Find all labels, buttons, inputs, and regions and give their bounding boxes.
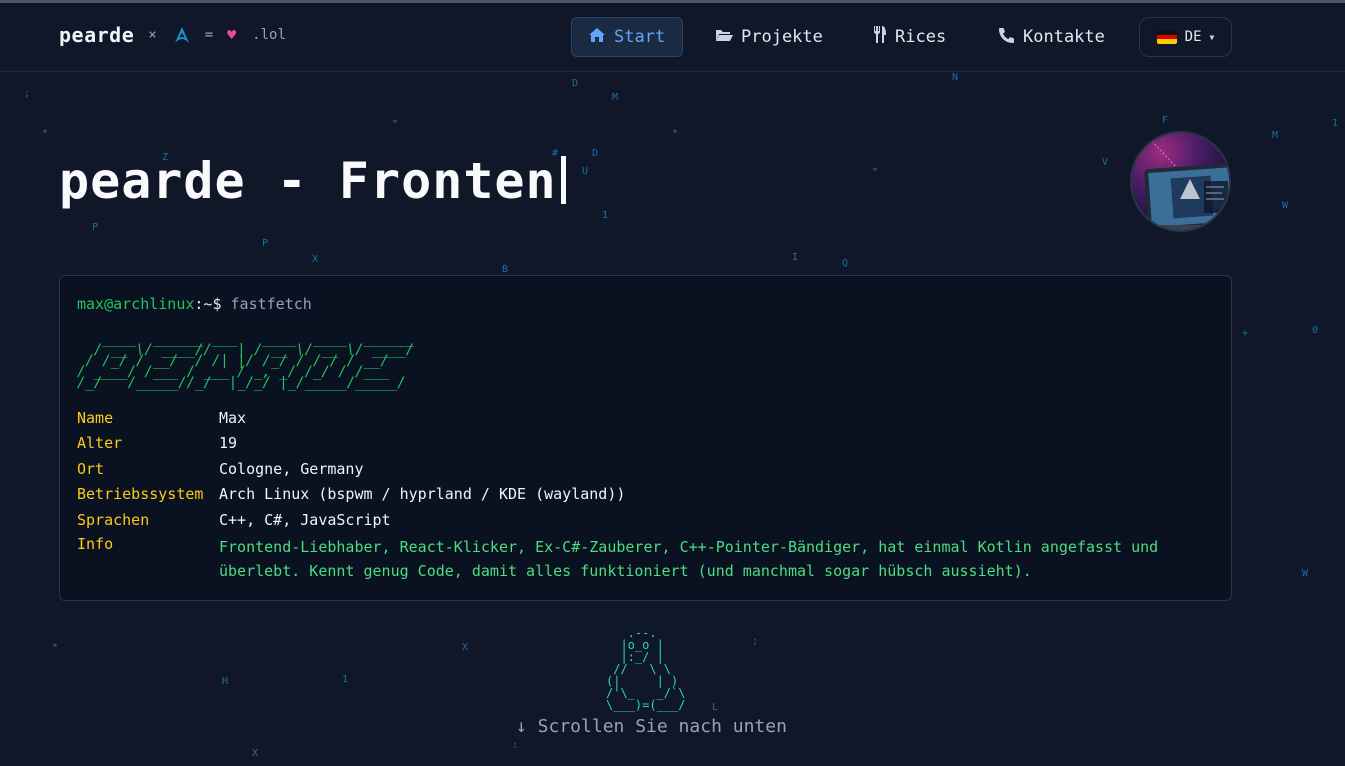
code-rain-char: D — [572, 78, 579, 89]
nav-start[interactable]: Start — [571, 17, 683, 57]
code-rain-char: P — [92, 222, 99, 233]
scroll-down-hint[interactable]: ↓ Scrollen Sie nach unten — [516, 716, 787, 737]
code-rain-char: L — [712, 702, 719, 713]
code-rain-char: + — [1242, 328, 1249, 339]
code-rain-char: X — [462, 642, 469, 653]
code-rain-char: ; — [24, 88, 31, 99]
prompt-path: :~$ — [194, 295, 222, 313]
brand-times: × — [148, 27, 157, 43]
code-rain-char: X — [312, 254, 319, 265]
hero-title: pearde - Fronten — [59, 152, 566, 210]
code-rain-char: * — [672, 128, 679, 139]
avatar — [1130, 131, 1231, 232]
info-row-info: Info Frontend-Liebhaber, React-Klicker, … — [77, 535, 1159, 580]
code-rain-char: N — [952, 72, 959, 83]
navbar: pearde × = ♥ .lol Start Projekte Rices K… — [0, 3, 1345, 72]
code-rain-char: I — [792, 252, 799, 263]
nav-kontakte-label: Kontakte — [1023, 27, 1105, 47]
brand-tld: .lol — [252, 27, 286, 43]
brand-logo[interactable]: pearde × = ♥ .lol — [59, 23, 286, 47]
nav-start-label: Start — [614, 27, 666, 47]
code-rain-char: M — [1272, 130, 1279, 141]
typing-cursor — [560, 156, 566, 204]
code-rain-char: 0 — [1312, 325, 1319, 336]
code-rain-char: W — [1302, 568, 1309, 579]
terminal-window: max@archlinux:~$ fastfetch ____ ______ _… — [59, 275, 1232, 601]
code-rain-char: P — [262, 238, 269, 249]
code-rain-char: W — [1282, 200, 1289, 211]
folder-open-icon — [715, 27, 733, 47]
brand-name: pearde — [59, 23, 135, 47]
code-rain-char: M — [612, 92, 619, 103]
code-rain-char: ; — [752, 636, 759, 647]
home-icon — [588, 27, 606, 48]
code-rain-char: * — [52, 642, 59, 653]
language-label: DE — [1184, 29, 1202, 45]
brand-equals: = — [204, 27, 214, 43]
ascii-logo: ____ ______ ___ ____ ____ ______ / __ \/… — [77, 331, 415, 391]
language-selector[interactable]: DE ▼ — [1139, 17, 1232, 57]
arch-linux-icon — [174, 27, 189, 43]
tux-ascii-art: .--. |o_o | |:_/ | // \ \ (| | ) /'\_ _/… — [606, 626, 686, 712]
prompt-user: max@archlinux — [77, 295, 195, 313]
info-row-alter: Alter 19 — [77, 434, 238, 452]
info-row-ort: Ort Cologne, Germany — [77, 460, 364, 478]
code-rain-char: B — [502, 264, 509, 275]
code-rain-char: X — [252, 748, 259, 759]
heart-icon: ♥ — [227, 26, 237, 44]
nav-kontakte[interactable]: Kontakte — [983, 17, 1121, 57]
code-rain-char: Q — [842, 258, 849, 269]
code-rain-char: 1 — [1332, 118, 1339, 129]
code-rain-char: 1 — [602, 210, 609, 221]
code-rain-char: * — [872, 166, 879, 177]
code-rain-char: * — [42, 128, 49, 139]
info-row-name: Name Max — [77, 409, 247, 427]
phone-icon — [999, 27, 1015, 48]
terminal-prompt: max@archlinux:~$ fastfetch — [77, 295, 312, 313]
utensils-icon — [873, 26, 887, 48]
code-rain-char: F — [1162, 115, 1169, 126]
code-rain-char: H — [222, 676, 229, 687]
chevron-down-icon: ▼ — [1209, 32, 1215, 42]
code-rain-char: 1 — [342, 674, 349, 685]
german-flag-icon — [1156, 30, 1177, 44]
info-row-betriebssystem: Betriebssystem Arch Linux (bspwm / hyprl… — [77, 485, 626, 503]
nav-rices[interactable]: Rices — [857, 17, 962, 57]
code-rain-char: : — [512, 740, 519, 751]
code-rain-char: U — [582, 166, 589, 177]
nav-projekte-label: Projekte — [741, 27, 823, 47]
info-row-sprachen: Sprachen C++, C#, JavaScript — [77, 511, 391, 529]
prompt-command: fastfetch — [230, 295, 312, 313]
code-rain-char: D — [592, 148, 599, 159]
code-rain-char: V — [1102, 157, 1109, 168]
code-rain-char: * — [392, 118, 399, 129]
nav-rices-label: Rices — [895, 27, 947, 47]
nav-projekte[interactable]: Projekte — [699, 17, 839, 57]
